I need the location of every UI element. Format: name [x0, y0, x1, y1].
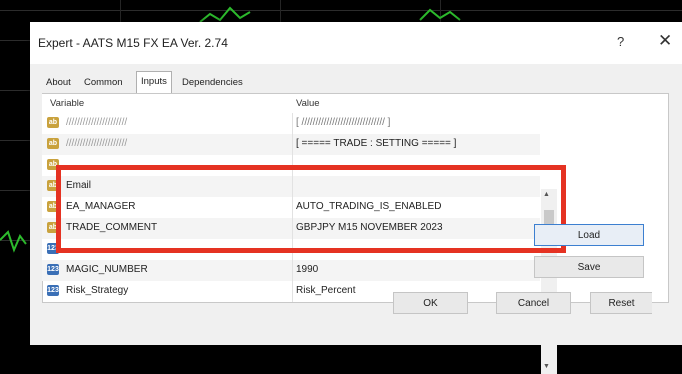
- variable-name: Risk_Strategy: [66, 285, 129, 296]
- variable-value: [ ////////////////////////////// ]: [296, 117, 391, 128]
- column-header-value: Value: [296, 98, 320, 109]
- string-type-icon: ab: [47, 117, 59, 128]
- dialog-title: Expert - AATS M15 FX EA Ver. 2.74: [38, 36, 228, 50]
- save-button[interactable]: Save: [534, 256, 644, 278]
- number-type-icon: 123: [47, 264, 59, 275]
- cancel-button[interactable]: Cancel: [496, 292, 571, 314]
- variable-value: 1990: [296, 264, 319, 275]
- variable-name: //////////////////////: [66, 117, 128, 128]
- title-bar: Expert - AATS M15 FX EA Ver. 2.74 ? ✕: [30, 22, 682, 64]
- string-type-icon: ab: [47, 138, 59, 149]
- load-button[interactable]: Load: [534, 224, 644, 246]
- table-row[interactable]: 123 MAGIC_NUMBER 1990: [42, 260, 540, 281]
- reset-button[interactable]: Reset: [590, 292, 652, 314]
- help-button[interactable]: ?: [617, 34, 624, 49]
- table-row[interactable]: ab ////////////////////// [ ////////////…: [42, 113, 540, 134]
- variable-name: MAGIC_NUMBER: [66, 264, 148, 275]
- tab-common[interactable]: Common: [80, 73, 127, 92]
- scroll-down-icon[interactable]: ▼: [543, 363, 550, 370]
- number-type-icon: 123: [47, 285, 59, 296]
- table-row[interactable]: ab ////////////////////// [ ===== TRADE …: [42, 134, 540, 155]
- variable-value: Risk_Percent: [296, 285, 356, 296]
- tab-dependencies[interactable]: Dependencies: [178, 73, 247, 92]
- column-header-variable: Variable: [50, 98, 85, 109]
- variable-value: [ ===== TRADE : SETTING ===== ]: [296, 138, 457, 149]
- tab-about[interactable]: About: [42, 73, 75, 92]
- tab-inputs[interactable]: Inputs: [136, 71, 172, 93]
- close-button[interactable]: ✕: [658, 31, 672, 51]
- ok-button[interactable]: OK: [393, 292, 468, 314]
- variable-name: //////////////////////: [66, 138, 128, 149]
- highlight-box: [56, 165, 566, 253]
